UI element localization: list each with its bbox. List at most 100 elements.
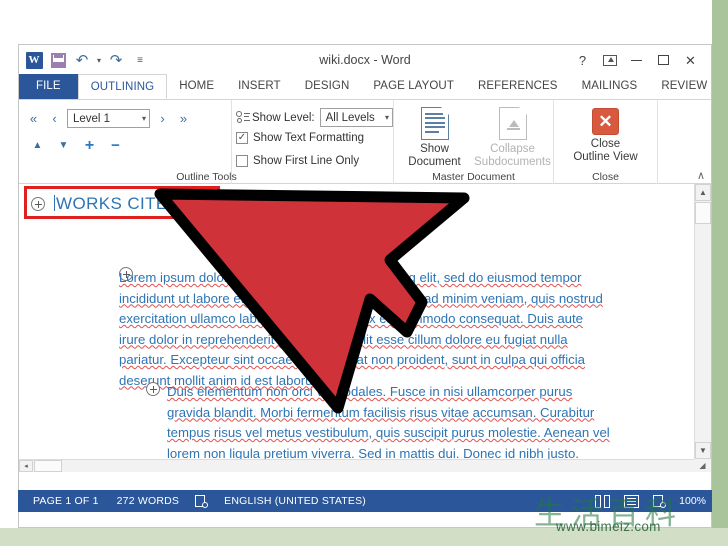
zoom-level[interactable]: 100% bbox=[673, 495, 706, 507]
horizontal-scroll-thumb[interactable] bbox=[34, 460, 62, 472]
window-controls: ? ✕ bbox=[574, 45, 707, 75]
ribbon-display-options-icon[interactable] bbox=[601, 52, 618, 69]
show-first-line-only-label: Show First Line Only bbox=[253, 154, 360, 167]
expand-plus-icon: + bbox=[84, 136, 95, 154]
restore-button[interactable] bbox=[655, 52, 672, 69]
web-layout-icon[interactable] bbox=[646, 494, 673, 508]
minimize-button[interactable] bbox=[628, 52, 645, 69]
promote-button[interactable]: ‹ bbox=[46, 110, 63, 127]
page-backdrop-bottom bbox=[0, 528, 728, 546]
status-page-count[interactable]: PAGE 1 OF 1 bbox=[24, 495, 108, 507]
outline-level-select[interactable]: Level 1 ▾ bbox=[67, 109, 150, 128]
show-first-line-only-row[interactable]: Show First Line Only bbox=[232, 149, 393, 172]
show-document-label-2: Document bbox=[408, 156, 461, 168]
close-outline-label-2: Outline View bbox=[573, 151, 638, 163]
heading-text: WORKS CITED bbox=[56, 194, 181, 213]
scroll-up-icon: ▲ bbox=[699, 188, 707, 197]
page-backdrop-top bbox=[0, 0, 728, 44]
outline-heading-row[interactable]: WORKS CITED bbox=[31, 194, 180, 214]
scroll-up-button[interactable]: ▲ bbox=[695, 184, 711, 201]
help-button[interactable]: ? bbox=[574, 52, 591, 69]
collapse-minus-icon: − bbox=[111, 137, 120, 154]
move-down-button[interactable]: ▼ bbox=[55, 137, 72, 154]
tab-file[interactable]: FILE bbox=[19, 74, 78, 99]
page-backdrop-left bbox=[0, 0, 18, 546]
read-mode-icon[interactable] bbox=[588, 494, 617, 508]
collapse-button[interactable]: − bbox=[107, 137, 124, 154]
show-level-value: All Levels bbox=[325, 111, 375, 124]
demote-body-glyph: » bbox=[179, 111, 188, 126]
page-backdrop-right bbox=[712, 0, 728, 546]
expand-collapse-icon[interactable] bbox=[31, 197, 45, 211]
ribbon-empty-space: ∧ bbox=[657, 100, 711, 184]
close-x-icon: ✕ bbox=[592, 108, 619, 135]
show-level-row: Show Level: All Levels ▾ bbox=[232, 103, 393, 127]
tab-page-layout[interactable]: PAGE LAYOUT bbox=[361, 74, 466, 99]
demote-button[interactable]: › bbox=[154, 110, 171, 127]
outline-page[interactable]: WORKS CITED Lorem ipsum dolor sit amet, … bbox=[19, 184, 694, 459]
show-text-formatting-checkbox[interactable]: ✓ bbox=[236, 131, 248, 144]
close-x-glyph: ✕ bbox=[598, 112, 613, 131]
help-glyph: ? bbox=[578, 52, 587, 68]
vertical-scrollbar[interactable]: ▲ ▼ bbox=[694, 184, 711, 459]
close-window-glyph: ✕ bbox=[685, 52, 696, 68]
tab-home[interactable]: HOME bbox=[167, 74, 226, 99]
master-document-group-label: Master Document bbox=[432, 171, 515, 183]
tab-outlining[interactable]: OUTLINING bbox=[77, 74, 168, 99]
promote-glyph: ‹ bbox=[52, 111, 57, 126]
expand-button[interactable]: + bbox=[81, 137, 98, 154]
promote-to-heading1-button[interactable]: « bbox=[25, 110, 42, 127]
screenshot-root: W ↶ ▾ ↷ ≡ wiki.docx - Word ? ✕ FILE OUTL… bbox=[0, 0, 728, 546]
collapse-subdocuments-label-2: Subdocuments bbox=[474, 156, 551, 168]
show-level-label: Show Level: bbox=[251, 111, 315, 124]
close-outline-label-1: Close bbox=[590, 138, 621, 150]
scroll-left-button[interactable]: ◂ bbox=[19, 460, 33, 472]
chevron-down-icon: ▾ bbox=[141, 114, 146, 123]
status-word-count[interactable]: 272 WORDS bbox=[108, 495, 188, 507]
horizontal-scrollbar[interactable]: ◂ bbox=[19, 459, 694, 472]
resize-grip[interactable]: ◢ bbox=[694, 459, 711, 472]
show-document-button[interactable]: Show Document bbox=[397, 107, 473, 169]
body-paragraph-1[interactable]: Lorem ipsum dolor sit amet, consectetur … bbox=[119, 268, 611, 391]
show-document-label-1: Show bbox=[420, 143, 449, 155]
close-outline-view-button[interactable]: ✕ Close Outline View bbox=[554, 103, 657, 164]
ribbon-group-close: ✕ Close Outline View Close bbox=[553, 100, 657, 184]
show-text-formatting-row[interactable]: ✓ Show Text Formatting bbox=[232, 126, 393, 149]
collapse-subdocuments-button: Collapse Subdocuments bbox=[474, 107, 551, 169]
move-up-icon: ▲ bbox=[32, 139, 43, 151]
tab-review[interactable]: REVIEW bbox=[649, 74, 711, 99]
outline-level-value: Level 1 bbox=[73, 112, 111, 125]
close-group-label: Close bbox=[592, 171, 619, 183]
status-language[interactable]: ENGLISH (UNITED STATES) bbox=[215, 495, 375, 507]
demote-to-body-button[interactable]: » bbox=[175, 110, 192, 127]
tab-mailings[interactable]: MAILINGS bbox=[570, 74, 650, 99]
tab-references[interactable]: REFERENCES bbox=[466, 74, 570, 99]
status-right-group: 100% bbox=[588, 494, 706, 508]
tab-design[interactable]: DESIGN bbox=[293, 74, 362, 99]
outline-body2-bullet-row[interactable] bbox=[146, 382, 160, 396]
title-bar: W ↶ ▾ ↷ ≡ wiki.docx - Word ? ✕ bbox=[19, 45, 711, 75]
move-up-button[interactable]: ▲ bbox=[29, 137, 46, 154]
proofing-errors-icon[interactable] bbox=[188, 494, 215, 508]
show-text-formatting-label: Show Text Formatting bbox=[253, 131, 365, 144]
document-area: WORKS CITED Lorem ipsum dolor sit amet, … bbox=[19, 184, 711, 472]
show-first-line-only-checkbox[interactable] bbox=[236, 154, 248, 167]
ribbon-group-master-document: Show Document Collapse Subdocuments Mast… bbox=[393, 100, 553, 184]
resize-grip-icon: ◢ bbox=[699, 461, 706, 470]
close-window-button[interactable]: ✕ bbox=[682, 52, 699, 69]
expand-collapse-icon[interactable] bbox=[146, 382, 160, 396]
show-document-icon bbox=[420, 107, 449, 140]
scroll-down-button[interactable]: ▼ bbox=[695, 442, 711, 459]
chevron-down-icon: ▾ bbox=[384, 113, 389, 122]
ribbon-tabs: FILE OUTLINING HOME INSERT DESIGN PAGE L… bbox=[19, 74, 711, 100]
show-level-select[interactable]: All Levels ▾ bbox=[319, 108, 393, 127]
collapse-subdocuments-icon bbox=[498, 107, 527, 140]
tab-insert[interactable]: INSERT bbox=[226, 74, 293, 99]
ribbon: « ‹ Level 1 ▾ › » ▲ ▼ + − Show Level: Al… bbox=[19, 100, 711, 184]
vertical-scroll-thumb[interactable] bbox=[695, 202, 711, 224]
heading-works-cited[interactable]: WORKS CITED bbox=[54, 194, 180, 214]
print-layout-icon[interactable] bbox=[617, 494, 646, 508]
demote-glyph: › bbox=[160, 111, 165, 126]
collapse-ribbon-icon[interactable]: ∧ bbox=[697, 169, 705, 182]
body-paragraph-2[interactable]: Duis elementum non orci vel sodales. Fus… bbox=[167, 382, 613, 459]
